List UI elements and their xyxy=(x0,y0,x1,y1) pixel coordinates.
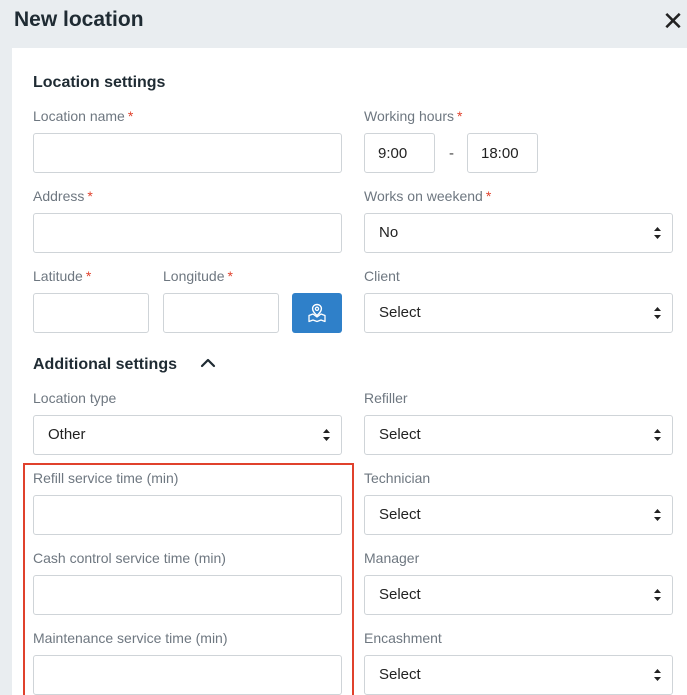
longitude-label-text: Longitude xyxy=(163,268,225,284)
required-mark: * xyxy=(485,188,492,204)
dialog-title: New location xyxy=(14,8,144,31)
select-caret-icon xyxy=(654,307,661,319)
client-label: Client xyxy=(364,268,400,284)
location-name-label: Location name * xyxy=(33,108,133,124)
encashment-value: Select xyxy=(379,666,421,683)
service-time-highlight-box xyxy=(23,463,354,695)
technician-value: Select xyxy=(379,506,421,523)
working-hours-separator: - xyxy=(449,145,454,162)
required-mark: * xyxy=(227,268,233,284)
longitude-input[interactable] xyxy=(163,293,279,333)
select-caret-icon xyxy=(654,227,661,239)
chevron-up-icon[interactable] xyxy=(200,357,216,369)
manager-label: Manager xyxy=(364,550,420,566)
works-on-weekend-select[interactable]: No xyxy=(364,213,673,253)
location-type-select[interactable]: Other xyxy=(33,415,342,455)
latitude-input[interactable] xyxy=(33,293,149,333)
manager-value: Select xyxy=(379,586,421,603)
client-select[interactable]: Select xyxy=(364,293,673,333)
dialog-header: New location ✕ xyxy=(0,0,687,48)
manager-select[interactable]: Select xyxy=(364,575,673,615)
working-hours-to-input[interactable] xyxy=(467,133,538,173)
address-label: Address * xyxy=(33,188,93,204)
pick-on-map-button[interactable] xyxy=(292,293,342,333)
technician-select[interactable]: Select xyxy=(364,495,673,535)
required-mark: * xyxy=(87,188,93,204)
required-mark: * xyxy=(85,268,92,284)
close-icon[interactable]: ✕ xyxy=(662,8,684,34)
refiller-value: Select xyxy=(379,426,421,443)
encashment-label: Encashment xyxy=(364,630,442,646)
dialog-side-strip xyxy=(0,48,12,695)
encashment-select[interactable]: Select xyxy=(364,655,673,695)
location-type-value: Other xyxy=(48,426,86,443)
map-pin-icon xyxy=(308,303,326,323)
working-hours-label: Working hours * xyxy=(364,108,462,124)
select-caret-icon xyxy=(654,669,661,681)
refiller-select[interactable]: Select xyxy=(364,415,673,455)
required-mark: * xyxy=(127,108,134,124)
longitude-label: Longitude * xyxy=(163,268,233,284)
works-on-weekend-label-text: Works on weekend xyxy=(364,188,483,204)
location-type-label: Location type xyxy=(33,390,117,406)
section-title-location-settings: Location settings xyxy=(33,74,166,91)
location-name-label-text: Location name xyxy=(33,108,125,124)
works-on-weekend-label: Works on weekend * xyxy=(364,188,491,204)
latitude-label-text: Latitude xyxy=(33,268,83,284)
working-hours-from-input[interactable] xyxy=(364,133,435,173)
select-caret-icon xyxy=(654,589,661,601)
refiller-label: Refiller xyxy=(364,390,408,406)
client-value: Select xyxy=(379,304,421,321)
required-mark: * xyxy=(457,108,463,124)
section-title-additional-settings: Additional settings xyxy=(33,356,177,373)
address-label-text: Address xyxy=(33,188,85,204)
works-on-weekend-value: No xyxy=(379,224,399,241)
select-caret-icon xyxy=(654,429,661,441)
select-caret-icon xyxy=(323,429,330,441)
latitude-label: Latitude * xyxy=(33,268,91,284)
working-hours-label-text: Working hours xyxy=(364,108,455,124)
address-input[interactable] xyxy=(33,213,342,253)
technician-label: Technician xyxy=(364,470,431,486)
select-caret-icon xyxy=(654,509,661,521)
location-name-input[interactable] xyxy=(33,133,342,173)
